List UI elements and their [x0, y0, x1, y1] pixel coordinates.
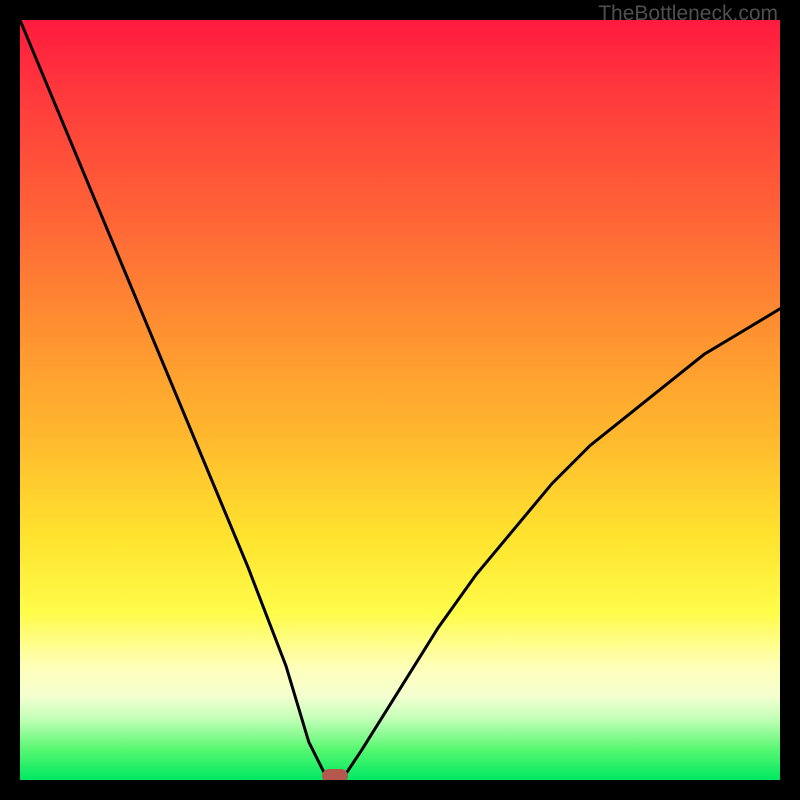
chart-frame: TheBottleneck.com — [0, 0, 800, 800]
plot-area — [20, 20, 780, 780]
bottleneck-curve — [20, 20, 780, 780]
optimal-marker — [322, 769, 348, 780]
